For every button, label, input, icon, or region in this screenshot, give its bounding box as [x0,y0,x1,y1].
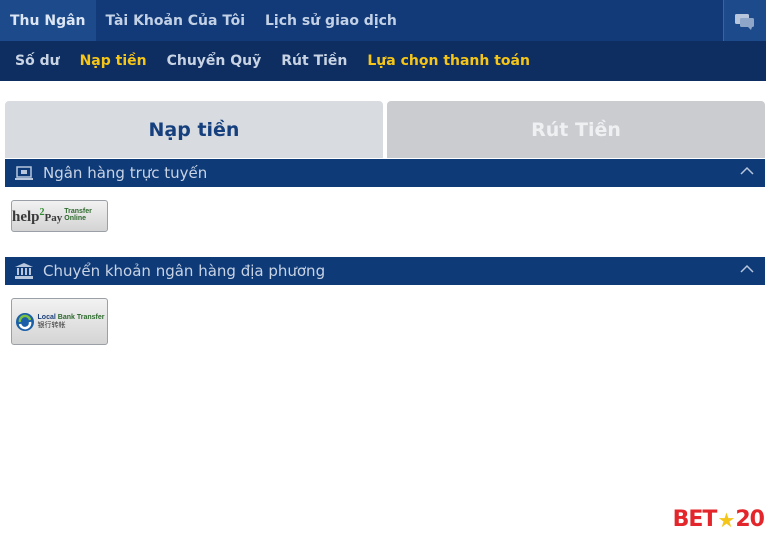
tab-my-account[interactable]: Tài Khoản Của Tôi [96,0,256,41]
bank-icon [15,263,33,279]
online-bank-icon [15,166,33,180]
withdraw-tab[interactable]: Rút Tiền [387,101,765,158]
brand-logo: BET ★ 20 [672,507,765,532]
star-icon: ★ [717,507,735,532]
subtab-fund-transfer[interactable]: Chuyển Quỹ [157,53,272,69]
subtab-payment-options[interactable]: Lựa chọn thanh toán [357,53,540,69]
online-banking-title: Ngân hàng trực tuyến [43,164,208,182]
online-banking-header[interactable]: Ngân hàng trực tuyến [5,159,765,187]
deposit-tab[interactable]: Nạp tiền [5,101,383,158]
local-bank-transfer-header[interactable]: Chuyển khoản ngân hàng địa phương [5,257,765,285]
top-nav: Thu Ngân Tài Khoản Của Tôi Lịch sử giao … [0,0,766,42]
chat-button[interactable] [723,0,766,41]
help2pay-logo: help2Pay Transfer Online [12,206,92,225]
help2pay-button[interactable]: help2Pay Transfer Online [11,200,108,232]
local-bank-transfer-button[interactable]: Local Bank Transfer 银行转帐 [11,298,108,345]
tab-cashier[interactable]: Thu Ngân [0,0,96,41]
chat-icon [735,13,754,30]
chevron-up-icon[interactable] [739,165,755,177]
transfer-icon [15,312,34,331]
sub-nav: Số dư Nạp tiền Chuyển Quỹ Rút Tiền Lựa c… [0,41,766,81]
local-bank-transfer-title: Chuyển khoản ngân hàng địa phương [43,262,326,280]
tab-transaction-history[interactable]: Lịch sử giao dịch [255,0,407,41]
chevron-up-icon[interactable] [739,263,755,275]
subtab-withdraw[interactable]: Rút Tiền [271,53,357,69]
local-bank-transfer-logo: Local Bank Transfer 银行转帐 [15,312,104,332]
subtab-deposit[interactable]: Nạp tiền [70,53,157,69]
subtab-balance[interactable]: Số dư [0,53,70,69]
